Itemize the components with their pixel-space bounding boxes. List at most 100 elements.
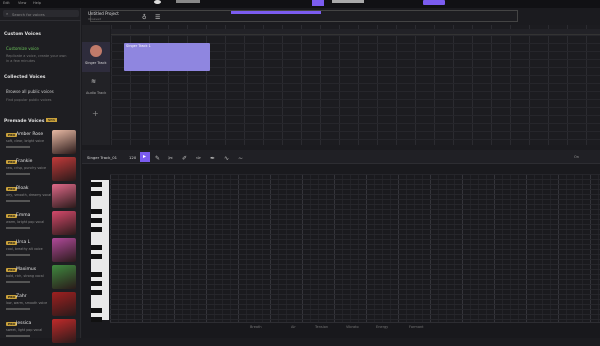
grid-line — [110, 234, 600, 235]
pencil-icon[interactable]: ✎ — [155, 155, 160, 162]
new-badge: NEW — [46, 118, 58, 122]
voice-item[interactable]: PRO Ursa Lcool, breathy alt voice — [0, 237, 81, 265]
scissors-icon[interactable]: ✂ — [168, 155, 173, 162]
project-title[interactable]: Untitled Project — [88, 11, 119, 16]
grid-line — [110, 199, 600, 200]
grid-line — [110, 254, 600, 255]
grid-line — [110, 209, 600, 210]
black-key[interactable] — [91, 182, 102, 187]
grid-line — [110, 219, 600, 220]
vibrato-pen-icon[interactable]: ✑ — [196, 155, 201, 162]
cursor-icon: ▸ — [143, 153, 147, 160]
voice-sidebar: ⌕ Search for voices Custom Voices Custom… — [0, 8, 81, 343]
black-key[interactable] — [91, 308, 102, 313]
black-key[interactable] — [91, 317, 102, 322]
voice-name: Ursa L — [16, 240, 31, 245]
param-breath[interactable]: Breath — [250, 325, 262, 329]
editor-toggle[interactable]: On — [574, 155, 579, 159]
voice-tag-bar — [6, 200, 30, 202]
collected-voices-title[interactable]: Collected Voices — [4, 75, 45, 80]
menu-help[interactable]: Help — [33, 1, 41, 5]
premade-voices-title[interactable]: Premade Voices — [4, 119, 44, 124]
grid-line — [111, 99, 600, 100]
tempo-value[interactable]: 120 — [129, 155, 136, 160]
voice-desc: sweet, light pop vocal — [6, 328, 43, 332]
pointer-tool[interactable]: ▸ — [140, 152, 150, 162]
voice-item[interactable]: PRO Emma warm, bright pop vocal — [0, 210, 81, 238]
voice-name: Frankie — [16, 159, 33, 164]
voice-item[interactable]: PRO Jessica sweet, light pop vocal — [0, 318, 81, 346]
audio-track-label[interactable]: Audio Track — [86, 91, 106, 95]
black-key[interactable] — [91, 290, 102, 295]
grid-line — [111, 115, 600, 116]
grid-line — [110, 294, 600, 295]
piano-roll-editor: Singer Track_01 120 ▸ ✎ ✂ ✐ ✑ ✒ ∿ ∼ On B… — [82, 150, 600, 338]
grid-line — [110, 264, 600, 265]
wave-icon[interactable]: ∿ — [224, 155, 229, 162]
param-formant[interactable]: Formant — [409, 325, 424, 329]
singer-clip[interactable]: Singer Track 1 — [124, 43, 210, 71]
voice-item[interactable]: PRO Maximus bold, rich, strong vocal — [0, 264, 81, 292]
playhead-button[interactable] — [312, 0, 324, 6]
grid-line — [111, 139, 600, 140]
voice-item[interactable]: PRO Bloak airy, smooth, dreamy vocal — [0, 183, 81, 211]
browse-voices-link[interactable]: Browse all public voices — [6, 89, 54, 94]
editor-track-name[interactable]: Singer Track_01 — [87, 155, 117, 160]
export-button[interactable] — [423, 0, 445, 5]
voice-tag-bar — [6, 254, 30, 256]
menu-view[interactable]: View — [18, 1, 26, 5]
voice-name: Jessica — [16, 321, 32, 326]
grid-line — [110, 244, 600, 245]
playback-mode-control[interactable] — [176, 0, 200, 3]
timeline-ruler[interactable] — [111, 29, 600, 35]
param-tension[interactable]: Tension — [315, 325, 328, 329]
black-key[interactable] — [91, 218, 102, 223]
waveform-icon: ≋ — [91, 78, 97, 85]
customize-voice-link[interactable]: Customize voice — [6, 46, 39, 51]
voice-item[interactable]: PRO Zahr low, warm, smooth voice — [0, 291, 81, 319]
draw-curve-icon[interactable]: ✒ — [210, 155, 215, 162]
grid-line — [110, 249, 600, 250]
grid-line — [110, 284, 600, 285]
search-box[interactable]: ⌕ Search for voices — [3, 10, 79, 17]
menu-edit[interactable]: Edit — [3, 1, 10, 5]
note-grid[interactable] — [110, 174, 600, 322]
custom-voices-title[interactable]: Custom Voices — [4, 32, 41, 37]
black-key[interactable] — [91, 272, 102, 277]
piano-keyboard[interactable] — [91, 180, 109, 322]
plus-icon[interactable]: + — [92, 109, 99, 118]
grid-line — [110, 229, 600, 230]
grid-line — [111, 83, 600, 84]
grid-line — [110, 189, 600, 190]
voice-desc: low, warm, smooth voice — [6, 301, 48, 305]
black-key[interactable] — [91, 245, 102, 250]
voice-item[interactable]: PRO Frankie raw, crisp, punchy voice — [0, 156, 81, 184]
record-icon[interactable] — [154, 0, 161, 4]
black-key[interactable] — [91, 227, 102, 232]
metronome-icon[interactable]: ♁ — [142, 14, 146, 21]
voice-avatar — [52, 184, 76, 208]
grid-line — [111, 123, 600, 124]
project-status: Unsaved — [88, 17, 102, 21]
param-energy[interactable]: Energy — [376, 325, 388, 329]
grid-line — [111, 107, 600, 108]
black-key[interactable] — [91, 191, 102, 196]
voice-tag-bar — [6, 335, 30, 337]
grid-line — [111, 35, 600, 36]
voice-desc: bold, rich, strong vocal — [6, 274, 44, 278]
settings-icon[interactable]: ☰ — [155, 14, 160, 21]
tilde-icon[interactable]: ∼ — [238, 155, 243, 162]
black-key[interactable] — [91, 254, 102, 259]
voice-desc: soft, clear, bright voice — [6, 139, 45, 143]
grid-line — [110, 224, 600, 225]
voice-desc: raw, crisp, punchy voice — [6, 166, 47, 170]
search-placeholder: Search for voices — [12, 11, 45, 17]
voice-item[interactable]: PRO Amber Rose soft, clear, bright voice — [0, 129, 81, 157]
black-key[interactable] — [91, 209, 102, 214]
param-air[interactable]: Air — [291, 325, 296, 329]
grid-line — [110, 289, 600, 290]
singer-track-header[interactable]: Singer Track — [82, 42, 110, 72]
black-key[interactable] — [91, 281, 102, 286]
pitch-pen-icon[interactable]: ✐ — [182, 155, 187, 162]
param-vibrato[interactable]: Vibrato — [346, 325, 359, 329]
